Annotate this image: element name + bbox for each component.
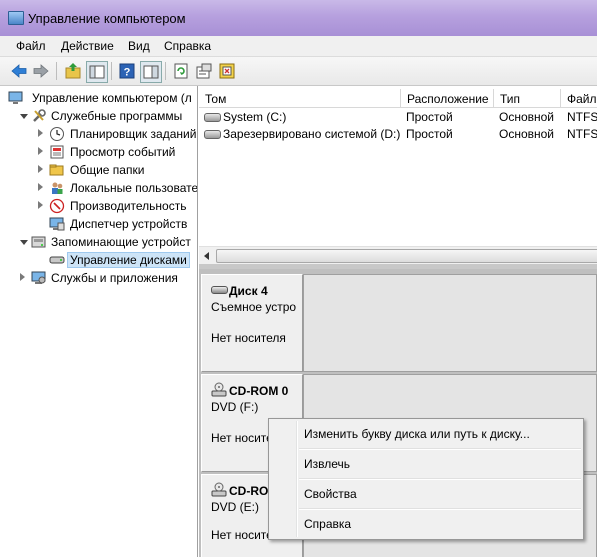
tools-icon	[31, 108, 47, 124]
svg-text:?: ?	[124, 67, 131, 79]
tree-label: Общие папки	[70, 163, 145, 177]
tree-label: Запоминающие устройст	[51, 235, 191, 249]
tree-label: Служебные программы	[51, 109, 183, 123]
menu-separator	[299, 508, 581, 510]
tree-label: Локальные пользовате	[70, 181, 198, 195]
storage-icon	[31, 234, 47, 250]
horizontal-scrollbar[interactable]	[199, 246, 597, 264]
volume-list: Том Расположение Тип Файл System (C:) Пр…	[199, 86, 597, 264]
volume-icon	[204, 130, 221, 139]
menu-item-help[interactable]: Справка	[304, 517, 351, 531]
tree-label: Управление дисками	[67, 252, 190, 268]
forward-arrow-icon[interactable]	[31, 61, 51, 81]
clock-icon	[49, 126, 65, 142]
column-header-layout[interactable]: Расположение	[401, 89, 494, 108]
menu-bar: Файл Действие Вид Справка	[0, 36, 597, 57]
event-viewer-icon	[49, 144, 65, 160]
export-icon[interactable]	[217, 61, 237, 81]
expand-icon[interactable]	[38, 129, 43, 137]
menu-view[interactable]: Вид	[128, 39, 150, 53]
column-header-type[interactable]: Тип	[494, 89, 561, 108]
menu-file[interactable]: Файл	[16, 39, 46, 53]
users-icon	[49, 180, 65, 196]
tree-label: Диспетчер устройств	[70, 217, 188, 231]
title-bar: Управление компьютером	[0, 0, 597, 36]
performance-icon	[49, 198, 65, 214]
volume-fs: NTFS	[567, 127, 597, 141]
tree-label: Планировщик заданий	[70, 127, 197, 141]
column-header-fs[interactable]: Файл	[561, 89, 597, 108]
volume-name: Зарезервировано системой (D:)	[223, 127, 401, 141]
computer-management-icon	[8, 11, 24, 25]
up-folder-icon[interactable]	[63, 61, 83, 81]
menu-item-properties[interactable]: Свойства	[304, 487, 357, 501]
expand-icon[interactable]	[20, 114, 28, 119]
back-arrow-icon[interactable]	[9, 61, 29, 81]
services-icon	[31, 270, 47, 286]
shared-folder-icon	[49, 162, 65, 178]
expand-icon[interactable]	[38, 147, 43, 155]
tree-label: Производительность	[70, 199, 187, 213]
tree-label: Просмотр событий	[70, 145, 176, 159]
refresh-icon[interactable]	[171, 61, 191, 81]
tree-label: Службы и приложения	[51, 271, 178, 285]
action-pane-icon[interactable]	[140, 61, 162, 83]
menu-item-eject[interactable]: Извлечь	[304, 457, 350, 471]
cd-rom-icon	[211, 382, 227, 397]
volume-type: Основной	[499, 110, 555, 124]
removable-disk-icon	[211, 286, 228, 294]
menu-item-change-letter[interactable]: Изменить букву диска или путь к диску...	[304, 427, 530, 441]
volume-type: Основной	[499, 127, 555, 141]
expand-icon[interactable]	[20, 240, 28, 245]
volume-name: System (C:)	[223, 110, 287, 124]
expand-icon[interactable]	[20, 273, 25, 281]
disk-management-icon	[49, 252, 65, 268]
volume-fs: NTFS	[567, 110, 597, 124]
menu-separator	[299, 478, 581, 480]
expand-icon[interactable]	[38, 183, 43, 191]
volume-icon	[204, 113, 221, 122]
console-tree: Управление компьютером (л Служебные прог…	[0, 86, 198, 557]
show-hide-tree-icon[interactable]	[86, 61, 108, 83]
scroll-left-icon[interactable]	[204, 252, 209, 260]
window-title: Управление компьютером	[28, 11, 186, 26]
expand-icon[interactable]	[38, 201, 43, 209]
expand-icon[interactable]	[38, 165, 43, 173]
toolbar: ?	[0, 57, 597, 86]
disk-label[interactable]: Диск 4 Съемное устро Нет носителя	[201, 274, 303, 372]
cd-rom-icon	[211, 482, 227, 497]
volume-layout: Простой	[406, 127, 453, 141]
disk-region[interactable]	[303, 274, 597, 372]
menu-help[interactable]: Справка	[164, 39, 211, 53]
help-icon[interactable]: ?	[117, 61, 137, 81]
menu-action[interactable]: Действие	[61, 39, 114, 53]
volume-layout: Простой	[406, 110, 453, 124]
column-header-volume[interactable]: Том	[199, 89, 401, 108]
tree-root-label: Управление компьютером (л	[32, 91, 192, 105]
scrollbar-thumb[interactable]	[216, 249, 597, 263]
context-menu: Изменить букву диска или путь к диску...…	[268, 418, 584, 540]
properties-icon[interactable]	[194, 61, 214, 81]
menu-separator	[299, 448, 581, 450]
device-manager-icon	[49, 216, 65, 232]
computer-management-icon	[8, 90, 24, 106]
